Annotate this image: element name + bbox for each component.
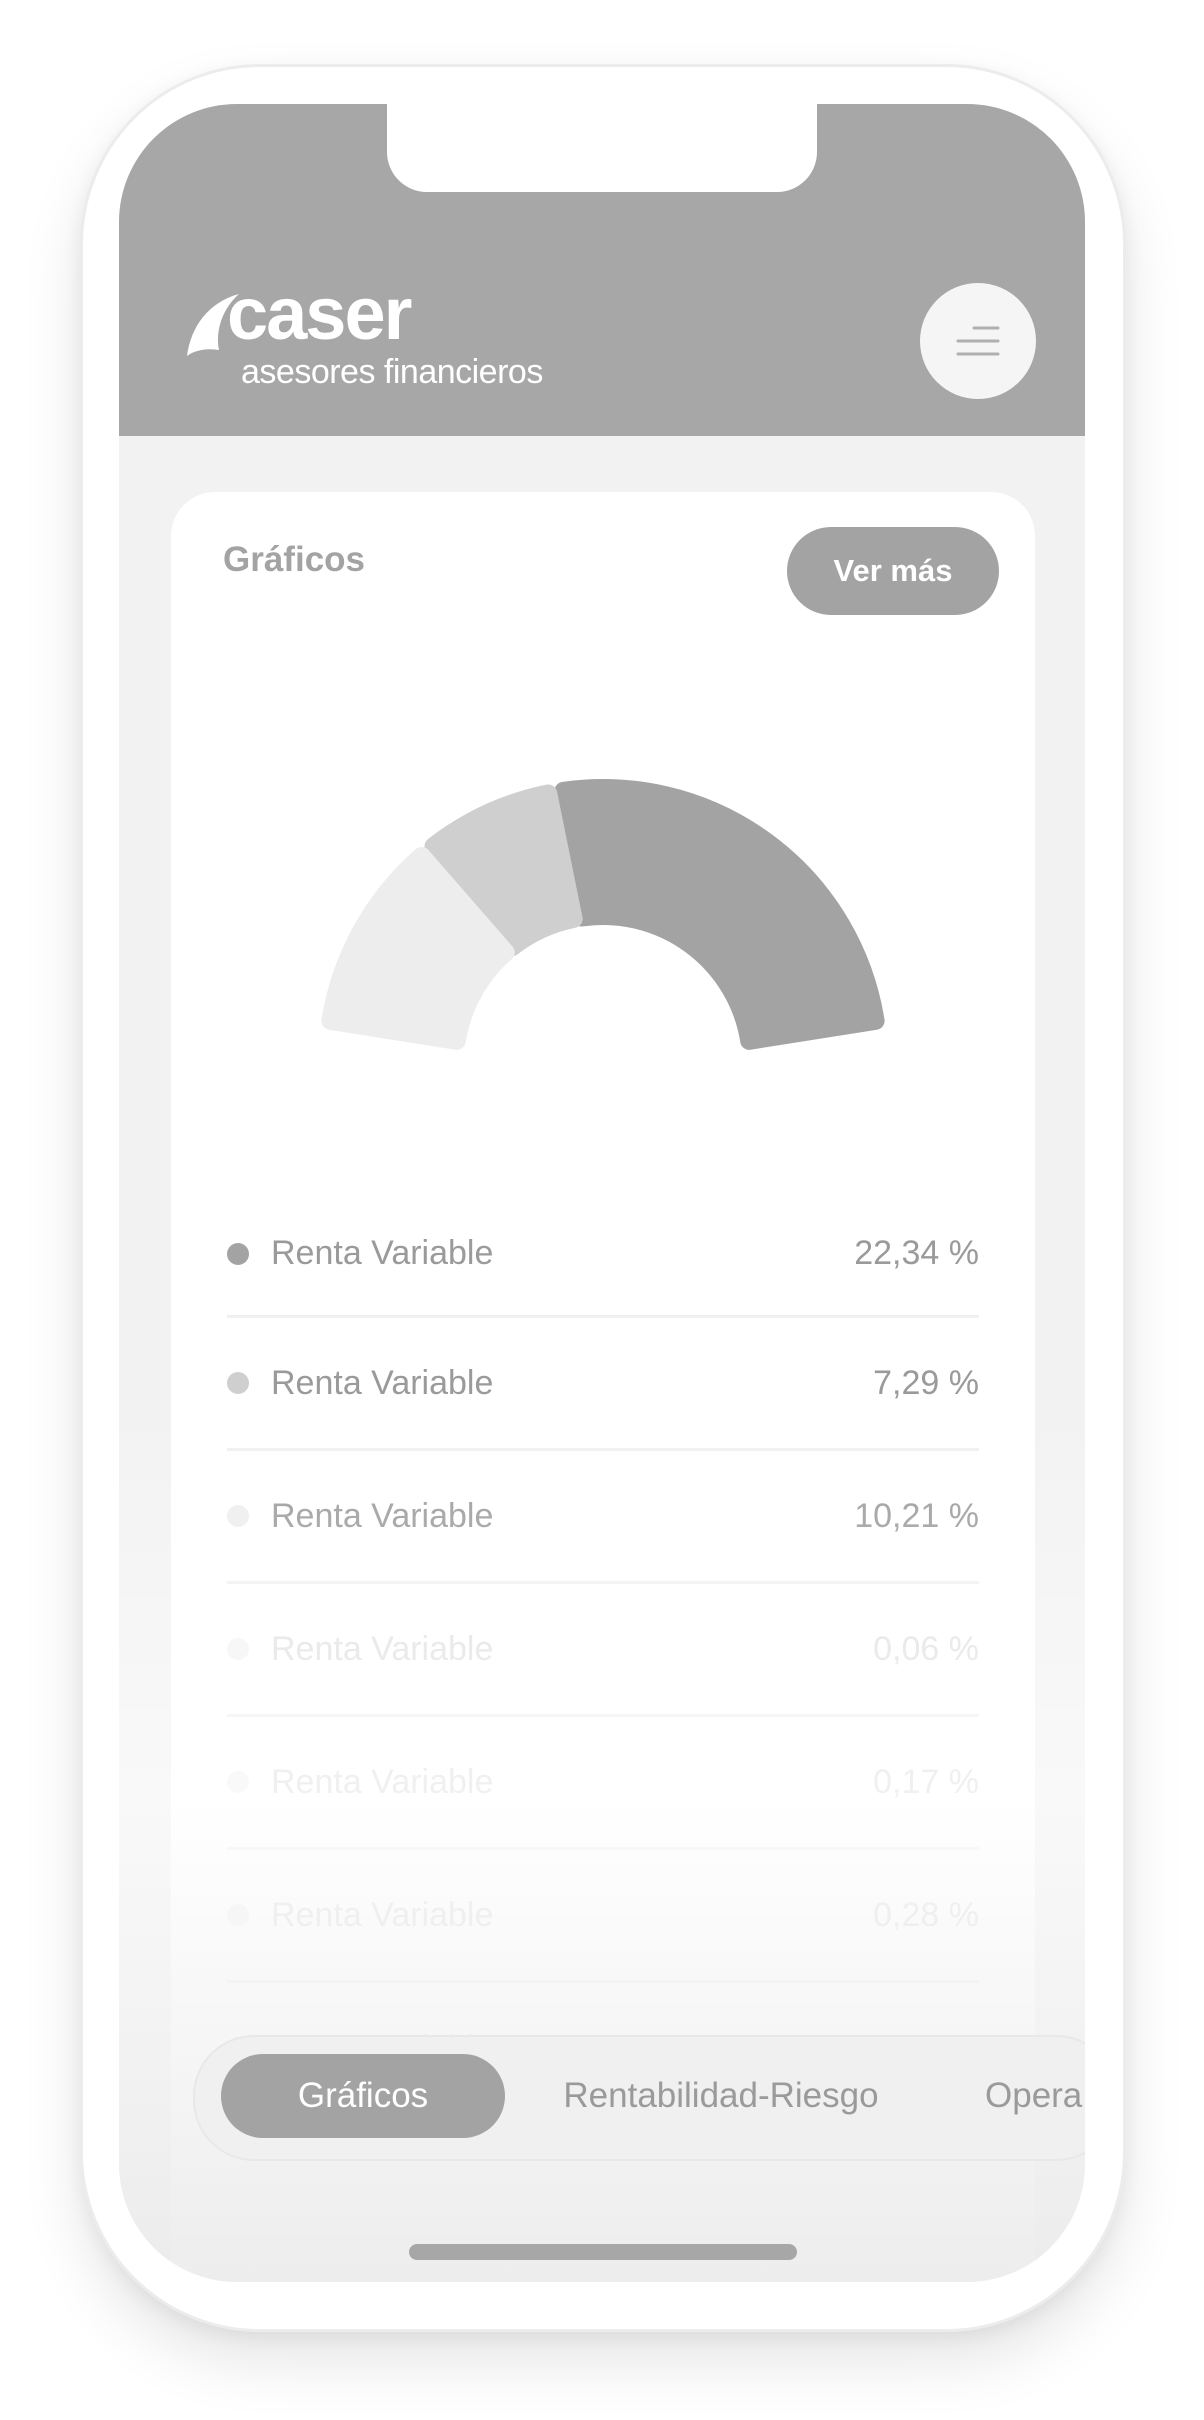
legend-value: 0,06 % [873, 1629, 979, 1668]
legend-row: Renta Variable 0,17 % [227, 1717, 979, 1850]
legend-row: Renta Variable 0,28 % [227, 1850, 979, 1983]
legend-dot [227, 1242, 249, 1265]
app-screen: caser asesores financieros Gráficos Ver … [119, 104, 1085, 2282]
tab-rentabilidad-riesgo[interactable]: Rentabilidad-Riesgo [541, 2054, 901, 2138]
legend-row: Renta Variable 0,06 % [227, 1584, 979, 1717]
legend-dot [227, 1505, 249, 1527]
legend-row: Renta Variable 7,29 % [227, 1318, 979, 1451]
legend-value: 7,29 % [873, 1363, 979, 1402]
legend-value: 10,21 % [854, 1496, 979, 1535]
legend-value: 0,17 % [873, 1762, 979, 1801]
legend-label: Renta Variable [271, 1895, 494, 1934]
chart-legend: Renta Variable 22,34 % Renta Variable 7,29 … [227, 1192, 979, 2116]
donut-segment[interactable] [554, 779, 885, 1050]
brand-tagline: asesores financieros [241, 353, 543, 391]
menu-button[interactable] [920, 283, 1036, 399]
tab-graficos[interactable]: Gráficos [221, 2054, 505, 2138]
legend-value: 22,34 % [854, 1234, 979, 1272]
legend-row: Renta Variable 22,34 % [227, 1192, 979, 1318]
home-indicator [409, 2244, 797, 2260]
legend-label: Renta Variable [271, 1496, 494, 1535]
legend-dot [227, 1771, 249, 1793]
legend-dot [227, 1638, 249, 1660]
legend-dot [227, 1904, 249, 1926]
tab-operaciones[interactable]: Opera [985, 2054, 1085, 2138]
legend-label: Renta Variable [271, 1363, 494, 1402]
brand-name: caser [227, 272, 412, 355]
legend-value: 0,28 % [873, 1895, 979, 1934]
legend-label: Renta Variable [271, 1234, 494, 1272]
menu-lines-icon [956, 326, 1000, 356]
device-notch [387, 104, 817, 192]
app-header: caser asesores financieros [119, 104, 1085, 436]
brand-logo[interactable]: caser asesores financieros [185, 274, 565, 394]
legend-label: Renta Variable [271, 1762, 494, 1801]
legend-row: Renta Variable 10,21 % [227, 1451, 979, 1584]
allocation-semi-donut-chart [321, 779, 885, 1050]
section-tabs: Gráficos Rentabilidad-Riesgo Opera [193, 2035, 1085, 2161]
legend-label: Renta Variable [271, 1629, 494, 1668]
charts-card: Gráficos Ver más Renta Variable 22,34 % Re… [171, 492, 1035, 2282]
legend-dot [227, 1372, 249, 1394]
